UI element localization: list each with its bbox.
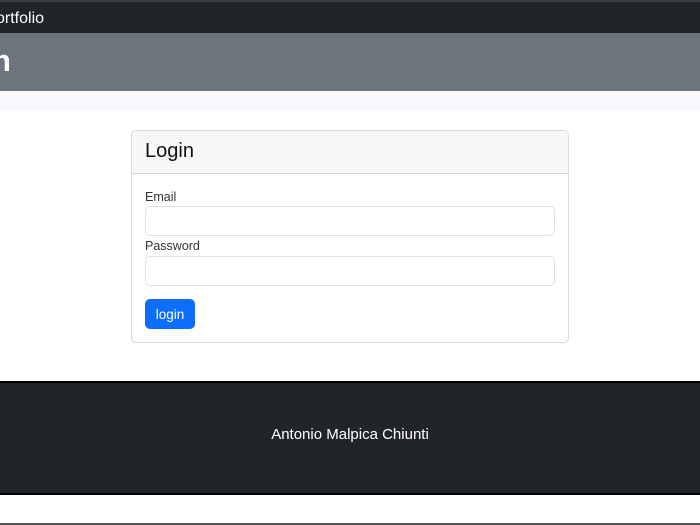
header-strip (0, 91, 700, 110)
email-label: Email (145, 190, 177, 204)
login-card: Login Email Password login (131, 130, 569, 343)
login-button[interactable]: login (145, 299, 195, 329)
page-title: n (0, 43, 11, 78)
password-label: Password (145, 239, 200, 253)
login-card-title: Login (145, 140, 194, 162)
footer: Antonio Malpica Chiunti (0, 381, 700, 495)
footer-text: Antonio Malpica Chiunti (271, 426, 429, 443)
navbar-brand[interactable]: ortfolio (0, 10, 44, 28)
page-header: n (0, 33, 700, 91)
navbar: ortfolio (0, 0, 700, 33)
email-input[interactable] (145, 206, 555, 236)
password-input[interactable] (145, 256, 555, 286)
login-card-header: Login (132, 131, 568, 174)
